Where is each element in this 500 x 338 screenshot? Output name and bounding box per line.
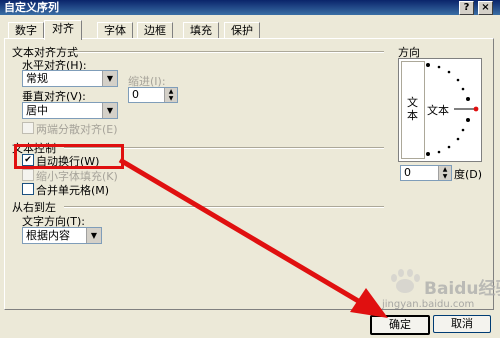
chevron-down-icon[interactable]: ▼ xyxy=(102,103,117,118)
vertical-text-label: 文本 xyxy=(407,96,418,122)
help-button[interactable]: ? xyxy=(459,1,474,15)
spin-arrows-icon[interactable]: ▲ ▼ xyxy=(164,88,177,102)
baidu-paw-logo-icon xyxy=(391,269,420,293)
alignment-divider xyxy=(74,51,384,53)
justify-distributed-checkbox[interactable] xyxy=(22,122,34,134)
tab-number[interactable]: 数字 xyxy=(8,22,44,39)
tab-alignment[interactable]: 对齐 xyxy=(44,20,82,40)
shrink-to-fit-checkbox[interactable] xyxy=(22,169,34,181)
degrees-label: 度(D) xyxy=(454,168,483,181)
vertical-align-select[interactable]: 居中 ▼ xyxy=(22,102,118,119)
tab-protection[interactable]: 保护 xyxy=(224,22,260,39)
indent-value: 0 xyxy=(132,88,139,101)
indent-spinner[interactable]: 0 ▲ ▼ xyxy=(128,87,178,103)
rtl-divider xyxy=(64,206,384,208)
degrees-spinner[interactable]: 0 ▲ ▼ xyxy=(400,165,452,181)
tab-fill[interactable]: 填充 xyxy=(183,22,219,39)
degrees-value: 0 xyxy=(404,166,411,179)
merge-cells-label: 合并单元格(M) xyxy=(36,184,110,197)
horizontal-align-value: 常规 xyxy=(26,72,48,85)
text-direction-select[interactable]: 根据内容 ▼ xyxy=(22,227,102,244)
tab-border[interactable]: 边框 xyxy=(137,22,173,39)
vertical-text-box[interactable]: 文本 xyxy=(401,61,425,159)
merge-cells-checkbox[interactable] xyxy=(22,183,34,195)
close-button[interactable]: × xyxy=(478,1,493,15)
format-cells-dialog: 自定义序列 ? × 数字 对齐 字体 边框 填充 保护 文本对齐方式 水平对齐(… xyxy=(0,0,500,338)
cancel-button[interactable]: 取消 xyxy=(433,315,491,333)
watermark-url: jingyan.baidu.com xyxy=(382,299,475,310)
orientation-control[interactable]: 文本 文本 xyxy=(398,58,482,162)
chevron-down-icon[interactable]: ▼ xyxy=(86,228,101,243)
title-bar: 自定义序列 ? × xyxy=(0,0,500,15)
dialog-title: 自定义序列 xyxy=(4,1,59,14)
ok-button[interactable]: 确定 xyxy=(370,315,430,335)
spin-arrows-icon[interactable]: ▲ ▼ xyxy=(438,166,451,180)
justify-distributed-label: 两端分散对齐(E) xyxy=(36,123,118,136)
text-direction-value: 根据内容 xyxy=(26,229,70,242)
tab-font[interactable]: 字体 xyxy=(97,22,133,39)
highlight-box xyxy=(14,144,124,169)
orientation-text-label: 文本 xyxy=(427,104,449,117)
vertical-align-value: 居中 xyxy=(26,104,48,117)
chevron-down-icon[interactable]: ▼ xyxy=(102,71,117,86)
horizontal-align-select[interactable]: 常规 ▼ xyxy=(22,70,118,87)
watermark-brand: Baidu经验 xyxy=(424,279,500,299)
